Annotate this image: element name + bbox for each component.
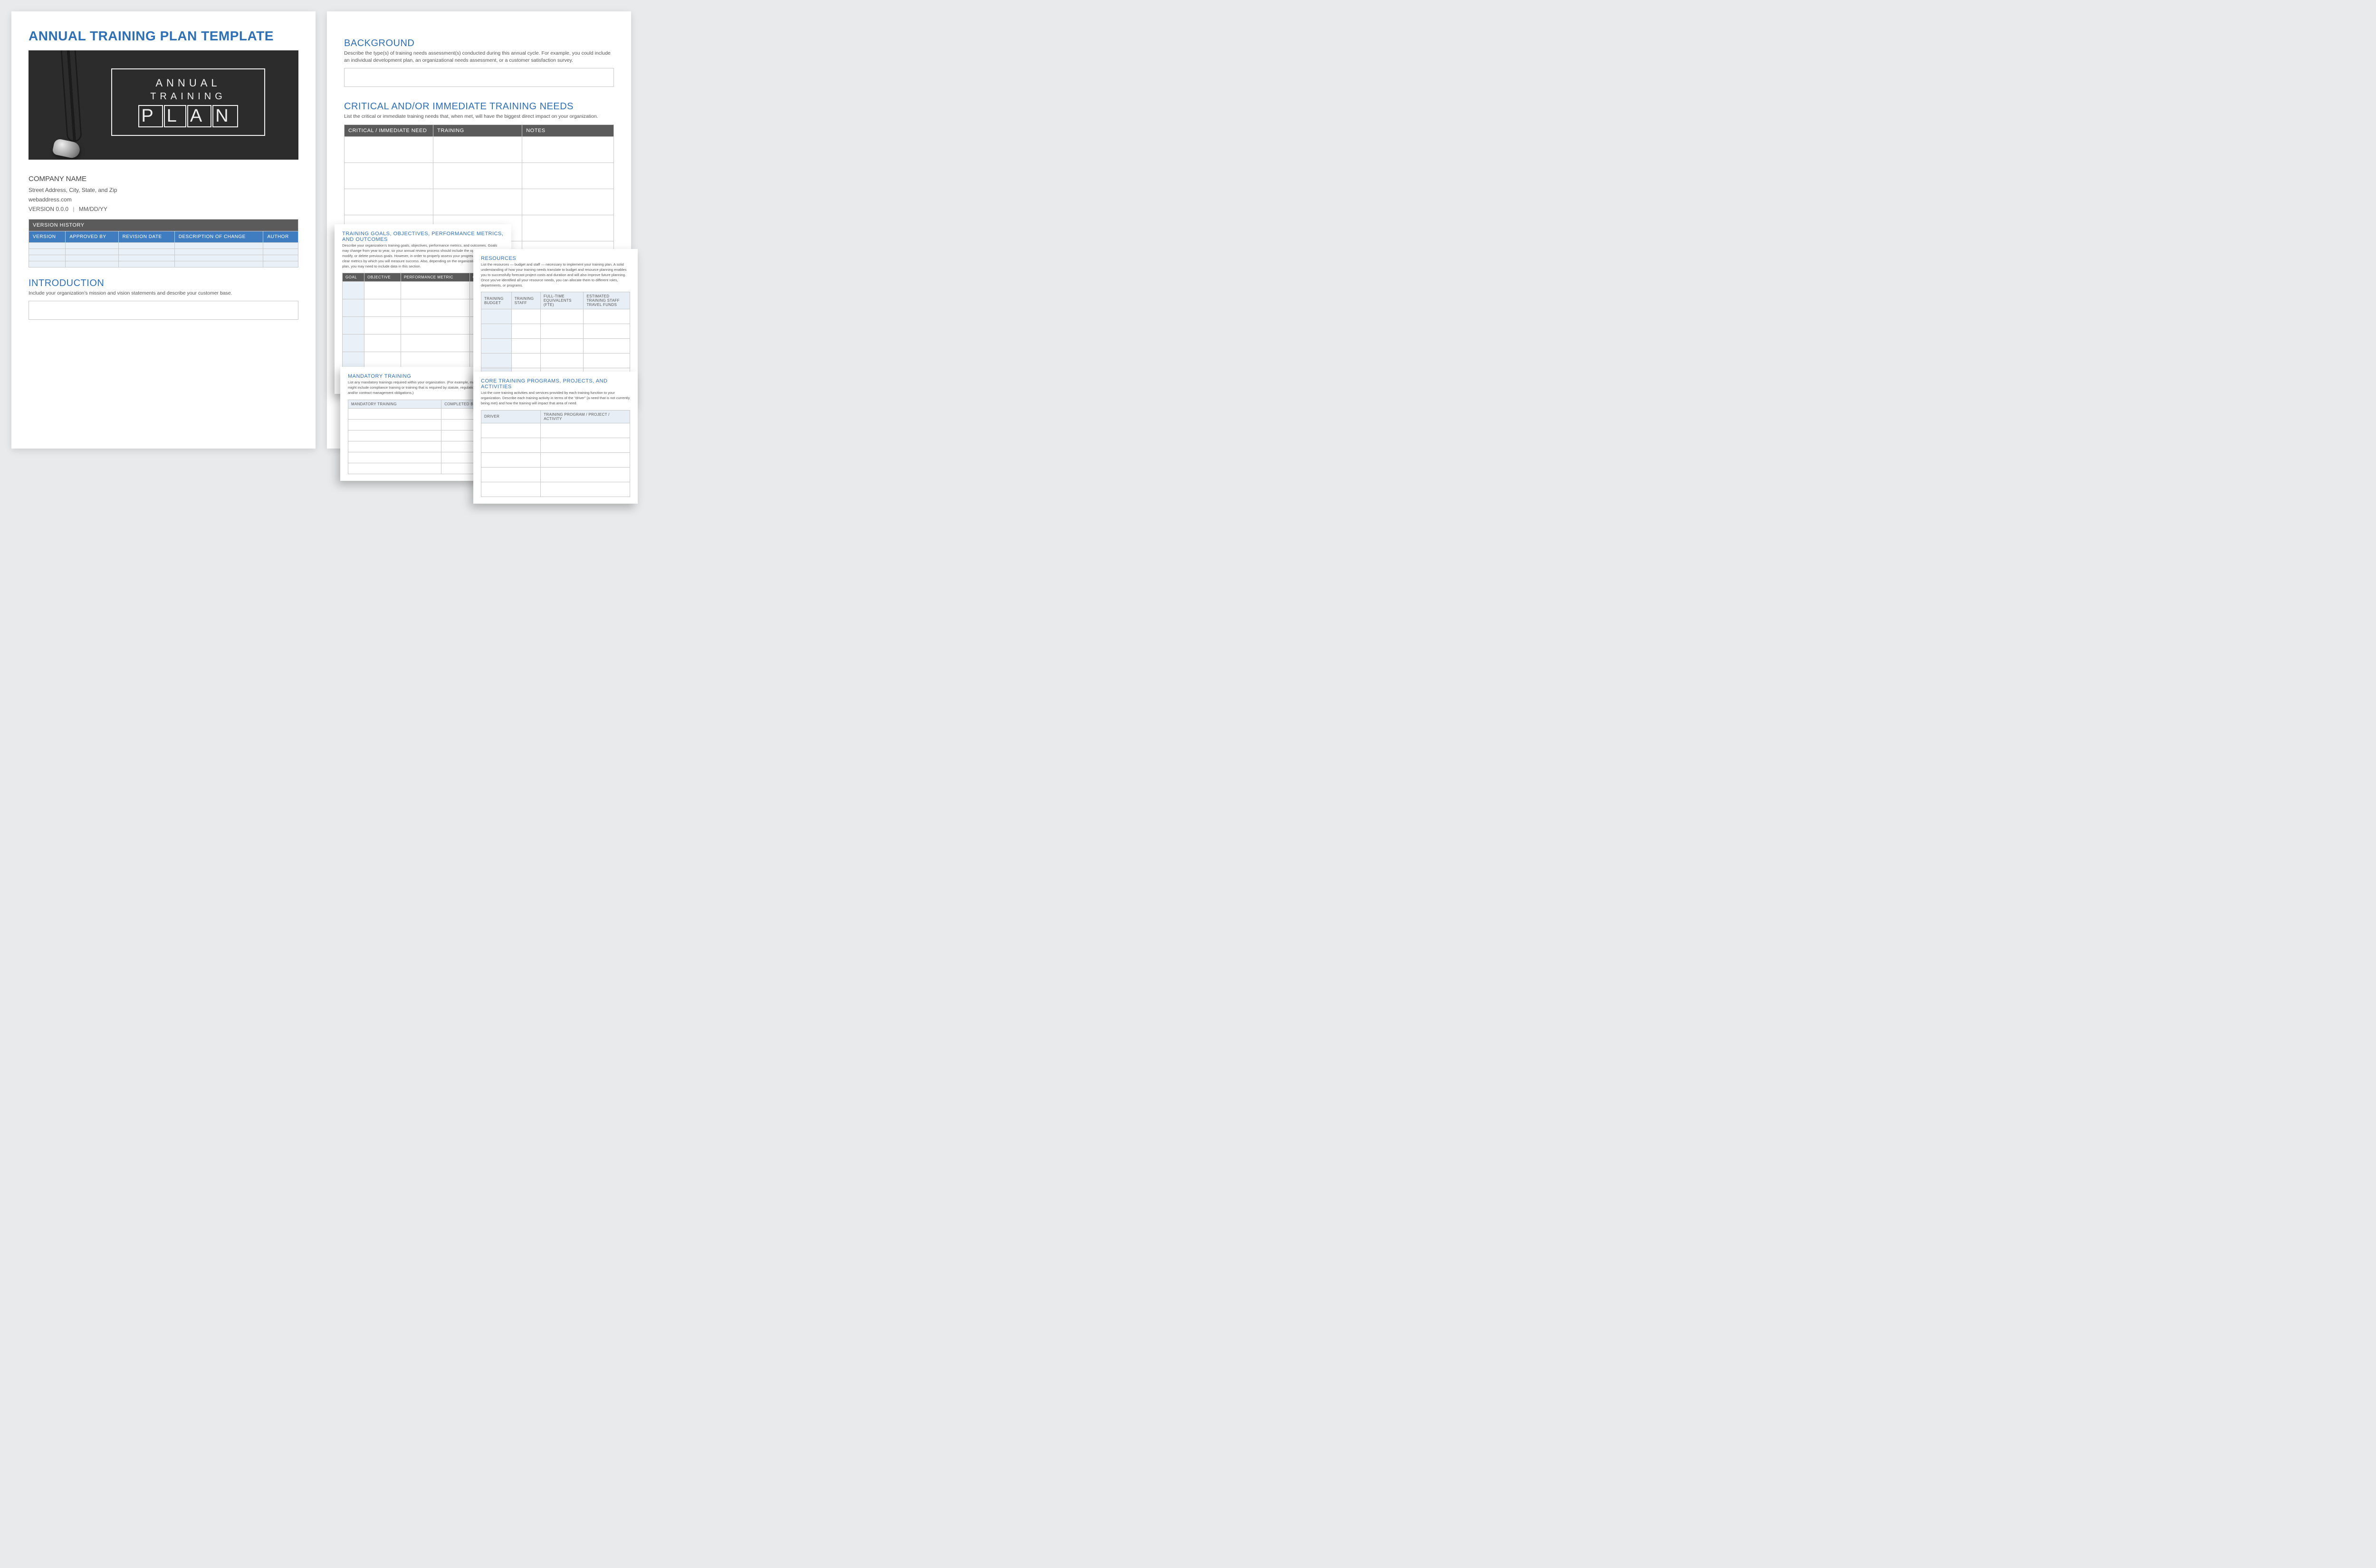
introduction-field[interactable] — [29, 301, 298, 320]
version-history-table: VERSION HISTORY VERSION APPROVED BY REVI… — [29, 219, 298, 268]
vh-col-change: DESCRIPTION OF CHANGE — [174, 231, 263, 242]
critical-heading: CRITICAL AND/OR IMMEDIATE TRAINING NEEDS — [344, 101, 614, 112]
core-col-program: TRAINING PROGRAM / PROJECT / ACTIVITY — [541, 410, 630, 423]
core-heading: CORE TRAINING PROGRAMS, PROJECTS, AND AC… — [481, 378, 630, 390]
goals-col-obj: OBJECTIVE — [364, 273, 401, 282]
vh-col-revdate: REVISION DATE — [118, 231, 174, 242]
lanyard-graphic — [60, 50, 82, 143]
background-field[interactable] — [344, 68, 614, 87]
critical-col-training: TRAINING — [433, 124, 522, 136]
goals-heading: TRAINING GOALS, OBJECTIVES, PERFORMANCE … — [342, 231, 504, 242]
mini-core: CORE TRAINING PROGRAMS, PROJECTS, AND AC… — [473, 372, 638, 504]
resources-desc: List the resources — budget and staff — … — [481, 262, 630, 288]
core-table: DRIVER TRAINING PROGRAM / PROJECT / ACTI… — [481, 410, 630, 497]
background-desc: Describe the type(s) of training needs a… — [344, 50, 614, 64]
version-history-title: VERSION HISTORY — [29, 219, 298, 231]
company-meta: COMPANY NAME Street Address, City, State… — [29, 173, 298, 214]
resources-heading: RESOURCES — [481, 256, 630, 261]
hero-line1: ANNUAL — [117, 77, 259, 89]
company-web: webaddress.com — [29, 195, 298, 204]
resources-col-staff: TRAINING STAFF — [511, 292, 540, 309]
page-1: ANNUAL TRAINING PLAN TEMPLATE ANNUAL TRA… — [11, 11, 316, 449]
column-2: BACKGROUND Describe the type(s) of train… — [327, 11, 631, 458]
resources-col-travel: ESTIMATED TRAINING STAFF TRAVEL FUNDS — [584, 292, 630, 309]
goals-col-metric: PERFORMANCE METRIC — [401, 273, 469, 282]
background-heading: BACKGROUND — [344, 38, 614, 49]
vh-col-author: AUTHOR — [263, 231, 298, 242]
introduction-heading: INTRODUCTION — [29, 278, 298, 289]
company-version: VERSION 0.0.0 — [29, 206, 68, 212]
company-name: COMPANY NAME — [29, 173, 298, 185]
vh-col-version: VERSION — [29, 231, 66, 242]
mandatory-col-training: MANDATORY TRAINING — [348, 400, 441, 408]
resources-col-budget: TRAINING BUDGET — [481, 292, 512, 309]
company-version-line: VERSION 0.0.0 | MM/DD/YY — [29, 204, 298, 214]
workspace: ANNUAL TRAINING PLAN TEMPLATE ANNUAL TRA… — [11, 11, 667, 458]
critical-col-notes: NOTES — [522, 124, 614, 136]
hero-line2: TRAINING — [117, 91, 259, 102]
vh-col-approved: APPROVED BY — [66, 231, 118, 242]
hero-line3: PLAN — [117, 105, 259, 127]
separator: | — [73, 206, 74, 212]
core-desc: List the core training activities and se… — [481, 391, 630, 406]
resources-col-fte: FULL-TIME EQUIVALENTS (FTE) — [540, 292, 584, 309]
hero-title-box: ANNUAL TRAINING PLAN — [111, 68, 265, 136]
company-date: MM/DD/YY — [79, 206, 107, 212]
company-address: Street Address, City, State, and Zip — [29, 185, 298, 195]
goals-col-goal: GOAL — [343, 273, 364, 282]
core-col-driver: DRIVER — [481, 410, 541, 423]
critical-desc: List the critical or immediate training … — [344, 113, 614, 120]
introduction-desc: Include your organization's mission and … — [29, 290, 298, 297]
doc-title: ANNUAL TRAINING PLAN TEMPLATE — [29, 29, 298, 44]
critical-col-need: CRITICAL / IMMEDIATE NEED — [345, 124, 433, 136]
hero-image: ANNUAL TRAINING PLAN — [29, 50, 298, 160]
